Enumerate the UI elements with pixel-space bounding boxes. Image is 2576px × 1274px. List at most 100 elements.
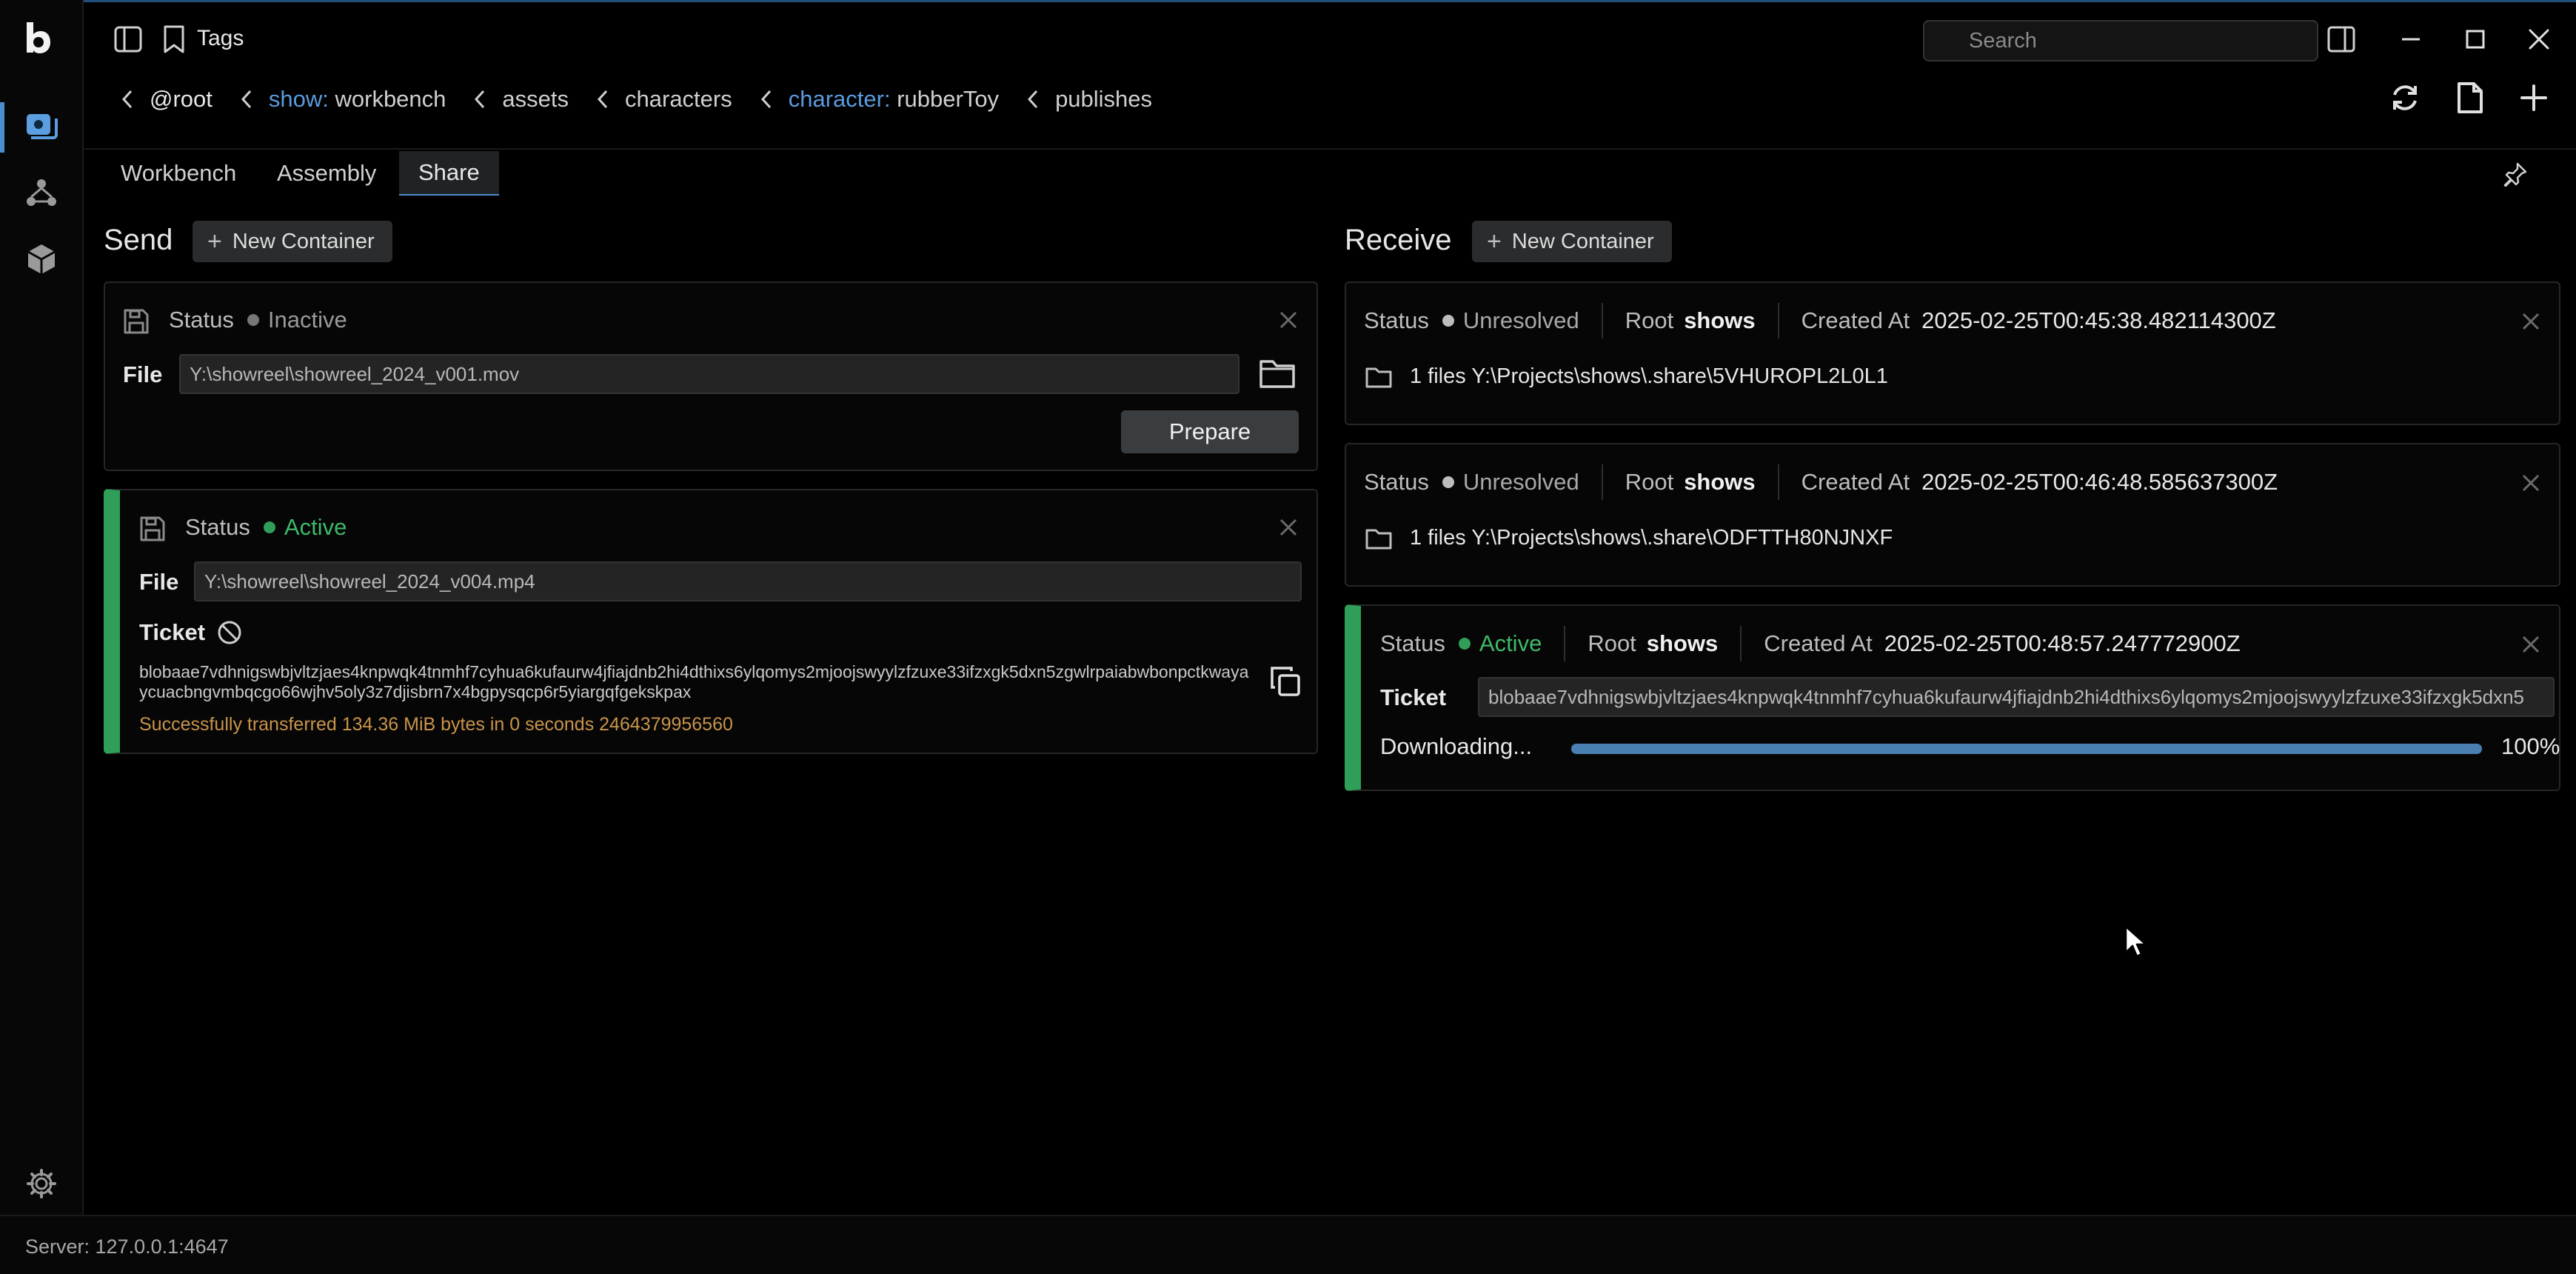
root-value: shows [1684,307,1756,333]
chevron-left-icon [1028,90,1038,109]
prepare-button[interactable]: Prepare [1121,410,1299,453]
breadcrumb-item-publishes[interactable]: publishes [1024,86,1152,113]
downloading-label: Downloading... [1380,733,1533,759]
status-dot [1442,476,1454,488]
receive-container-card: Status Unresolved Root shows Created At … [1345,281,2560,425]
receive-title: Receive [1345,224,1452,256]
close-icon[interactable] [2520,473,2541,493]
breadcrumb: @root show: workbench assets characters … [118,83,1177,116]
folder-icon [1365,529,1392,549]
file-path-field[interactable]: Y:\showreel\showreel_2024_v004.mp4 [194,561,1302,601]
plus-icon [2519,83,2549,116]
status-badge: Unresolved [1462,469,1579,495]
file-path-field[interactable]: Y:\showreel\showreel_2024_v001.mov [179,354,1240,394]
server-address: Server: 127.0.0.1:4647 [25,1235,229,1258]
breadcrumb-item-characters[interactable]: characters [594,86,732,113]
pin-icon [2503,162,2528,190]
sidebar-item-graph[interactable] [16,170,67,221]
chevron-left-icon [121,90,133,109]
receive-container-card: Status Unresolved Root shows Created At … [1345,443,2560,587]
ticket-label: Ticket [1380,684,1447,710]
refresh-icon [2389,81,2421,118]
receive-info-row: Status Unresolved Root shows Created At … [1364,462,2278,502]
transfer-success-text: Successfully transferred 134.36 MiB byte… [139,714,733,735]
tab-workbench[interactable]: Workbench [101,151,255,196]
graph-icon [24,176,59,216]
cube-icon [24,241,59,281]
no-sign-icon [218,621,241,644]
status-badge: Unresolved [1462,307,1579,333]
receive-new-container-button[interactable]: + New Container [1472,221,1672,262]
progress-percent: 100% [2501,733,2560,759]
breadcrumb-item-assets[interactable]: assets [471,86,569,113]
new-file-button[interactable] [2451,80,2489,119]
status-dot [247,314,259,326]
root-value: shows [1684,469,1756,495]
folder-icon [1365,367,1392,387]
workspace-icon [24,108,59,147]
file-label: File [123,361,163,387]
status-dot [1442,315,1454,327]
sidebar-item-workspace[interactable] [16,102,67,153]
refresh-button[interactable] [2386,80,2424,119]
right-panel-icon [2326,24,2356,58]
tabs-divider [84,148,2576,150]
close-icon[interactable] [2520,311,2541,332]
gear-icon [25,1167,58,1204]
close-icon[interactable] [1278,310,1299,330]
status-badge: Inactive [267,307,347,333]
status-row: Status Active [185,514,347,540]
folder-icon [1259,360,1295,388]
close-icon[interactable] [2520,634,2541,655]
add-button[interactable] [2515,80,2553,119]
breadcrumb-item-root[interactable]: @root [118,86,213,113]
chevron-left-icon [760,90,771,109]
bookmark-icon [161,24,187,58]
copy-ticket-button[interactable] [1269,665,1302,701]
receive-info-row: Status Unresolved Root shows Created At … [1364,301,2276,341]
maximize-button[interactable] [2458,23,2493,59]
tab-assembly[interactable]: Assembly [258,151,395,196]
toggle-sidebar-button[interactable] [112,24,144,57]
status-badge: Active [284,514,347,540]
sidebar-item-packages[interactable] [16,236,67,286]
maximize-icon [2464,28,2486,54]
close-icon[interactable] [1278,517,1299,538]
tags-button[interactable] [158,24,190,57]
ticket-text: blobaae7vdhnigswbjvltzjaes4knpwqk4tnmhf7… [139,662,1249,701]
status-dot [263,521,275,533]
breadcrumb-item-show[interactable]: show: workbench [238,86,446,113]
settings-button[interactable] [16,1160,67,1210]
minimize-button[interactable] [2393,23,2429,59]
save-icon [139,516,166,546]
created-at-value: 2025-02-25T00:46:48.585637300Z [1921,469,2278,495]
close-icon [2527,27,2551,55]
sidebar [0,0,84,1215]
files-row[interactable]: 1 files Y:\Projects\shows\.share\ODFTTH8… [1365,526,1893,550]
file-icon [2456,81,2484,118]
ticket-label-row: Ticket [139,619,242,646]
toggle-right-panel-button[interactable] [2324,23,2359,59]
browse-folder-button[interactable] [1259,357,1296,393]
receive-info-row: Status Active Root shows Created At 2025… [1380,624,2241,664]
send-new-container-button[interactable]: + New Container [193,221,392,262]
download-progress-fill [1571,744,2482,754]
window-title: Tags [197,26,244,50]
created-at-value: 2025-02-25T00:45:38.482114300Z [1921,307,2276,333]
plus-icon: + [1487,227,1502,256]
tab-share[interactable]: Share [399,151,499,196]
ticket-field[interactable]: blobaae7vdhnigswbjvltzjaes4knpwqk4tnmhf7… [1478,677,2555,717]
breadcrumb-item-character[interactable]: character: rubberToy [757,86,999,113]
pin-button[interactable] [2503,161,2528,190]
app-logo [22,19,55,55]
close-window-button[interactable] [2521,23,2557,59]
files-row[interactable]: 1 files Y:\Projects\shows\.share\5VHUROP… [1365,364,1888,389]
minimize-icon [2400,28,2422,54]
sidebar-active-indicator [0,102,4,153]
mouse-cursor-icon [2124,925,2147,958]
status-badge: Active [1479,630,1542,656]
title-bar: Tags Search [84,0,2576,74]
status-row: Status Inactive [169,307,347,333]
chevron-left-icon [475,90,485,109]
search-input[interactable]: Search [1923,20,2318,61]
